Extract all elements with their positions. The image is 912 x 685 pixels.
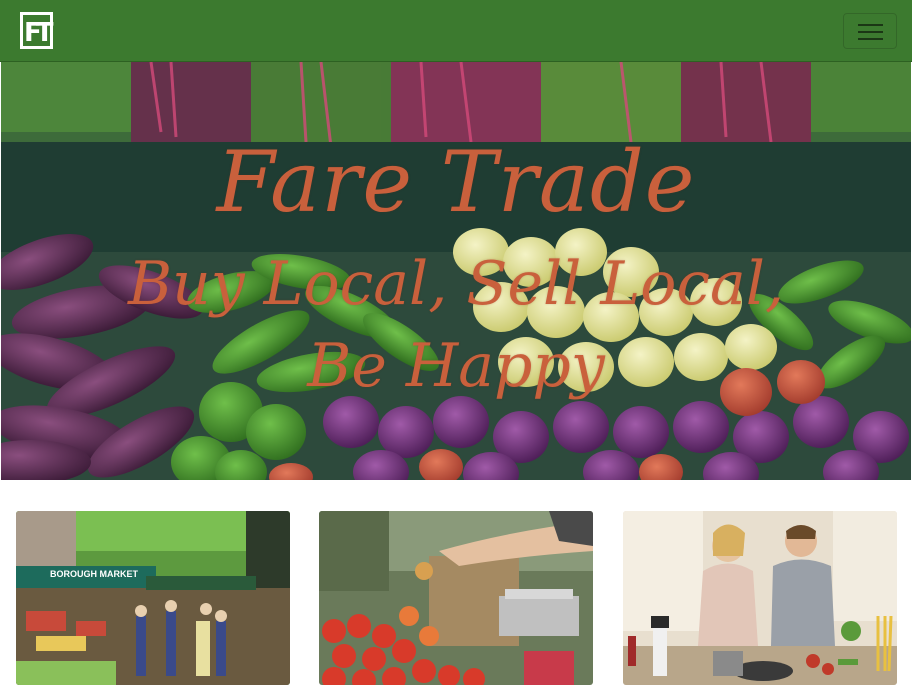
navbar-toggler-button[interactable] — [843, 13, 897, 49]
hero-tagline-line1: Buy Local, Sell Local, — [127, 249, 785, 319]
card-market[interactable]: BOROUGH MARKET — [16, 511, 290, 685]
navbar: FT — [0, 0, 912, 62]
hero-banner: Fare Trade Buy Local, Sell Local, Be Hap… — [1, 62, 911, 480]
brand-logo[interactable]: FT — [20, 12, 53, 49]
hero-tagline-line2: Be Happy — [307, 331, 605, 401]
card-produce[interactable] — [319, 511, 593, 685]
couple-cooking-photo — [623, 511, 897, 685]
market-photo — [16, 511, 290, 685]
produce-handoff-photo — [319, 511, 593, 685]
card-cooking[interactable] — [623, 511, 897, 685]
market-sign-text: BOROUGH MARKET — [50, 569, 138, 579]
brand-logo-text: FT — [24, 18, 53, 48]
hero-title: Fare Trade — [216, 133, 696, 231]
